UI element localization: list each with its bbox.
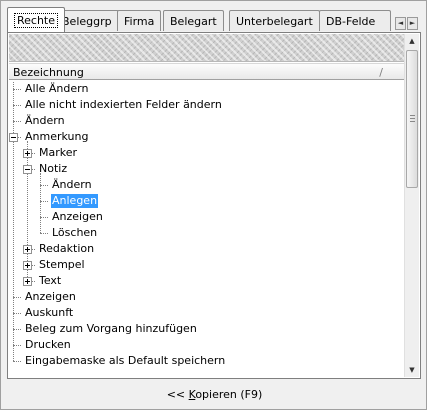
tree-item-label: Text bbox=[39, 274, 62, 287]
tree-item-label: Drucken bbox=[25, 338, 71, 351]
vertical-scrollbar[interactable]: ▲ ▼ bbox=[404, 34, 419, 377]
tree-connector bbox=[13, 329, 21, 330]
scroll-up-icon[interactable]: ▲ bbox=[405, 34, 419, 48]
tree-item[interactable]: Notiz bbox=[9, 161, 405, 177]
tree-item-label: Ändern bbox=[25, 114, 65, 127]
tab-db-felder[interactable]: DB-Felde bbox=[319, 10, 391, 31]
scrollbar-thumb[interactable] bbox=[406, 50, 418, 188]
tree-item[interactable]: Anmerkung bbox=[9, 129, 405, 145]
tree-item[interactable]: Alle Ändern bbox=[9, 81, 405, 97]
tree-item[interactable]: Redaktion bbox=[9, 241, 405, 257]
copy-button-prefix: << bbox=[166, 388, 189, 401]
grip-icon bbox=[410, 118, 415, 119]
tab-firma[interactable]: Firma bbox=[117, 10, 162, 31]
tree-connector bbox=[40, 185, 48, 186]
copy-button-label: opieren (F9) bbox=[195, 388, 263, 401]
tree-item-label: Alle nicht indexierten Felder ändern bbox=[25, 98, 222, 111]
tree-item-label: Eingabemaske als Default speichern bbox=[25, 354, 226, 367]
tree-item-label: Auskunft bbox=[25, 306, 74, 319]
tree-item[interactable]: Anlegen bbox=[9, 193, 405, 209]
tree-connector bbox=[13, 345, 21, 346]
tree-item[interactable]: Eingabemaske als Default speichern bbox=[9, 353, 405, 369]
tree-item[interactable]: Alle nicht indexierten Felder ändern bbox=[9, 97, 405, 113]
tree-connector bbox=[13, 297, 21, 298]
expand-icon[interactable] bbox=[23, 245, 32, 254]
tree-item-label: Anzeigen bbox=[52, 210, 103, 223]
collapse-icon[interactable] bbox=[9, 133, 18, 142]
scroll-down-icon[interactable]: ▼ bbox=[405, 363, 419, 377]
rights-panel: Bezeichnung / Alle Ändern Alle nicht inde… bbox=[7, 32, 421, 379]
rights-tree[interactable]: Alle Ändern Alle nicht indexierten Felder… bbox=[9, 81, 405, 377]
tab-rechte[interactable]: Rechte bbox=[7, 7, 66, 32]
tree-item[interactable]: Löschen bbox=[9, 225, 405, 241]
tree-connector bbox=[40, 233, 48, 234]
tree-item-label: Beleg zum Vorgang hinzufügen bbox=[25, 322, 197, 335]
tree-item[interactable]: Marker bbox=[9, 145, 405, 161]
expand-icon[interactable] bbox=[23, 261, 32, 270]
column-header-bezeichnung[interactable]: Bezeichnung / bbox=[9, 63, 405, 80]
collapse-icon[interactable] bbox=[23, 165, 32, 174]
tree-item-label: Ändern bbox=[52, 178, 92, 191]
tree-item[interactable]: Ändern bbox=[9, 177, 405, 193]
tree-connector bbox=[13, 361, 21, 362]
tree-item-label: Redaktion bbox=[39, 242, 95, 255]
dialog-frame: Rechte Beleggrp Firma Belegart Unterbele… bbox=[0, 0, 427, 410]
grip-icon bbox=[410, 121, 415, 122]
tree-connector bbox=[13, 313, 21, 314]
tab-scroll-left-icon[interactable]: ◄ bbox=[395, 17, 406, 30]
tree-connector bbox=[13, 121, 21, 122]
tree-item[interactable]: Ändern bbox=[9, 113, 405, 129]
tree-item-label: Anzeigen bbox=[25, 290, 76, 303]
tree-item[interactable]: Anzeigen bbox=[9, 289, 405, 305]
expand-icon[interactable] bbox=[23, 277, 32, 286]
tree-item-label: Marker bbox=[39, 146, 78, 159]
grip-icon bbox=[410, 115, 415, 116]
tree-item-label: Anmerkung bbox=[25, 130, 89, 143]
tree-item[interactable]: Beleg zum Vorgang hinzufügen bbox=[9, 321, 405, 337]
tree-item-label: Anlegen bbox=[51, 194, 99, 208]
column-header-label: Bezeichnung bbox=[13, 66, 84, 79]
tree-connector bbox=[40, 201, 48, 202]
tree-item-label: Stempel bbox=[39, 258, 85, 271]
tree-item[interactable]: Stempel bbox=[9, 257, 405, 273]
tree-connector bbox=[13, 105, 21, 106]
tree-item-label: Löschen bbox=[52, 226, 98, 239]
tree-item-label: Notiz bbox=[39, 162, 68, 175]
tab-belegart[interactable]: Belegart bbox=[163, 10, 224, 31]
expand-icon[interactable] bbox=[23, 149, 32, 158]
tab-unterbelegart[interactable]: Unterbelegart bbox=[229, 10, 320, 31]
tree-item[interactable]: Drucken bbox=[9, 337, 405, 353]
copy-button[interactable]: << Kopieren (F9) bbox=[1, 385, 427, 403]
tab-label: Rechte bbox=[14, 13, 59, 28]
tree-connector bbox=[40, 217, 48, 218]
tree-item[interactable]: Text bbox=[9, 273, 405, 289]
hatched-banner bbox=[9, 34, 405, 62]
tab-scroll-right-icon[interactable]: ► bbox=[407, 17, 418, 30]
tree-item[interactable]: Anzeigen bbox=[9, 209, 405, 225]
tree-connector bbox=[13, 89, 21, 90]
tree-item-label: Alle Ändern bbox=[25, 82, 89, 95]
sort-icon: / bbox=[379, 66, 383, 79]
tab-strip: Rechte Beleggrp Firma Belegart Unterbele… bbox=[7, 7, 420, 33]
tree-item[interactable]: Auskunft bbox=[9, 305, 405, 321]
